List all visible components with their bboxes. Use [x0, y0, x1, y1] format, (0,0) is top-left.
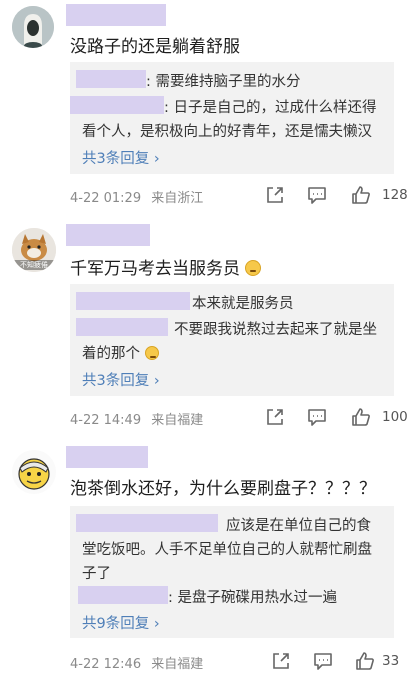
like-count: 33 [382, 653, 400, 669]
like-count: 100 [382, 409, 408, 425]
smile-emoji-icon [144, 346, 159, 360]
comment-item: 泡茶倒水还好，为什么要刷盘子？？？？ 应该是在单位自己的食 堂吃饭吧。人手不足单… [0, 440, 410, 680]
reply-box[interactable]: 本来就是服务员 不要跟我说熬过去起来了就是坐 着的那个 共3条回复 › [70, 284, 394, 396]
reply-username-redacted[interactable] [78, 586, 168, 604]
reply-username-redacted[interactable] [76, 514, 218, 532]
view-replies-label: 共3条回复 [82, 373, 150, 389]
comment-text: 千军万马考去当服务员 [70, 254, 262, 279]
comment-time: 4-22 01:29 [70, 191, 142, 206]
reply-text: : 日子是自己的，过成什么样还得 [164, 100, 377, 116]
like-count: 128 [382, 187, 408, 203]
username-redacted[interactable] [66, 224, 150, 246]
comment-item: 没路子的还是躺着舒服 : 需要维持脑子里的水分 : 日子是自己的，过成什么样还得… [0, 0, 410, 220]
chevron-right-icon: › [153, 616, 160, 632]
reply-box[interactable]: : 需要维持脑子里的水分 : 日子是自己的，过成什么样还得 看个人，是积极向上的… [70, 62, 394, 174]
comment-location: 来自浙江 [151, 191, 204, 206]
view-replies-link[interactable]: 共9条回复 › [82, 612, 160, 633]
reply-text: 不要跟我说熬过去起来了就是坐 [174, 322, 377, 338]
comment-time: 4-22 12:46 [70, 657, 142, 672]
avatar-caption: 不知疲倦 [12, 260, 56, 270]
view-replies-label: 共3条回复 [82, 151, 150, 167]
chevron-right-icon: › [153, 373, 160, 389]
reply-text: 堂吃饭吧。人手不足单位自己的人就帮忙刷盘 [82, 542, 372, 558]
like-icon[interactable] [350, 406, 372, 428]
reply-username-redacted[interactable] [76, 292, 190, 310]
view-replies-link[interactable]: 共3条回复 › [82, 369, 160, 390]
share-icon[interactable] [264, 406, 286, 428]
comment-meta: 4-22 01:29 来自浙江 [70, 187, 203, 206]
username-redacted[interactable] [66, 446, 148, 468]
comment-footer: 4-22 01:29 来自浙江 128 [70, 184, 408, 208]
view-replies-link[interactable]: 共3条回复 › [82, 147, 160, 168]
reply-text: 子了 [82, 566, 111, 582]
comment-text: 没路子的还是躺着舒服 [70, 37, 240, 57]
reply-username-redacted[interactable] [70, 96, 164, 114]
comment-time: 4-22 14:49 [70, 413, 142, 428]
smile-emoji-icon [245, 260, 262, 276]
reply-username-redacted[interactable] [76, 318, 168, 336]
comment-footer: 4-22 12:46 来自福建 33 [70, 650, 400, 674]
like-icon[interactable] [354, 650, 376, 672]
reply-text-line2: 着的那个 [82, 346, 140, 362]
comment-text: 泡茶倒水还好，为什么要刷盘子？？？？ [70, 479, 376, 499]
username-redacted[interactable] [66, 4, 166, 26]
like-icon[interactable] [350, 184, 372, 206]
comment-location: 来自福建 [151, 413, 204, 428]
comment-footer: 4-22 14:49 来自福建 100 [70, 406, 408, 430]
comment-meta: 4-22 14:49 来自福建 [70, 409, 203, 428]
comment-icon[interactable] [306, 406, 328, 428]
reply-text: 着的那个 [82, 342, 159, 363]
view-replies-label: 共9条回复 [82, 616, 150, 632]
reply-text: : 是盘子碗碟用热水过一遍 [168, 590, 337, 606]
reply-text: : 需要维持脑子里的水分 [146, 74, 301, 90]
avatar[interactable]: 不知疲倦 [12, 228, 56, 272]
chevron-right-icon: › [153, 151, 160, 167]
reply-box[interactable]: 应该是在单位自己的食 堂吃饭吧。人手不足单位自己的人就帮忙刷盘 子了 : 是盘子… [70, 506, 394, 638]
share-icon[interactable] [270, 650, 292, 672]
avatar[interactable] [12, 450, 56, 494]
reply-text: 本来就是服务员 [192, 296, 294, 312]
comment-icon[interactable] [312, 650, 334, 672]
reply-text: 看个人，是积极向上的好青年，还是懦夫懒汉 [82, 124, 372, 140]
share-icon[interactable] [264, 184, 286, 206]
comment-meta: 4-22 12:46 来自福建 [70, 653, 203, 672]
comment-icon[interactable] [306, 184, 328, 206]
comment-location: 来自福建 [151, 657, 204, 672]
avatar[interactable] [12, 6, 54, 48]
comment-item: 不知疲倦 千军万马考去当服务员 本来就是服务员 不要跟我说熬过去起来了就是坐 着… [0, 220, 410, 440]
reply-text: 应该是在单位自己的食 [226, 518, 371, 534]
comment-text-body: 千军万马考去当服务员 [70, 259, 240, 279]
reply-username-redacted[interactable] [76, 70, 146, 88]
